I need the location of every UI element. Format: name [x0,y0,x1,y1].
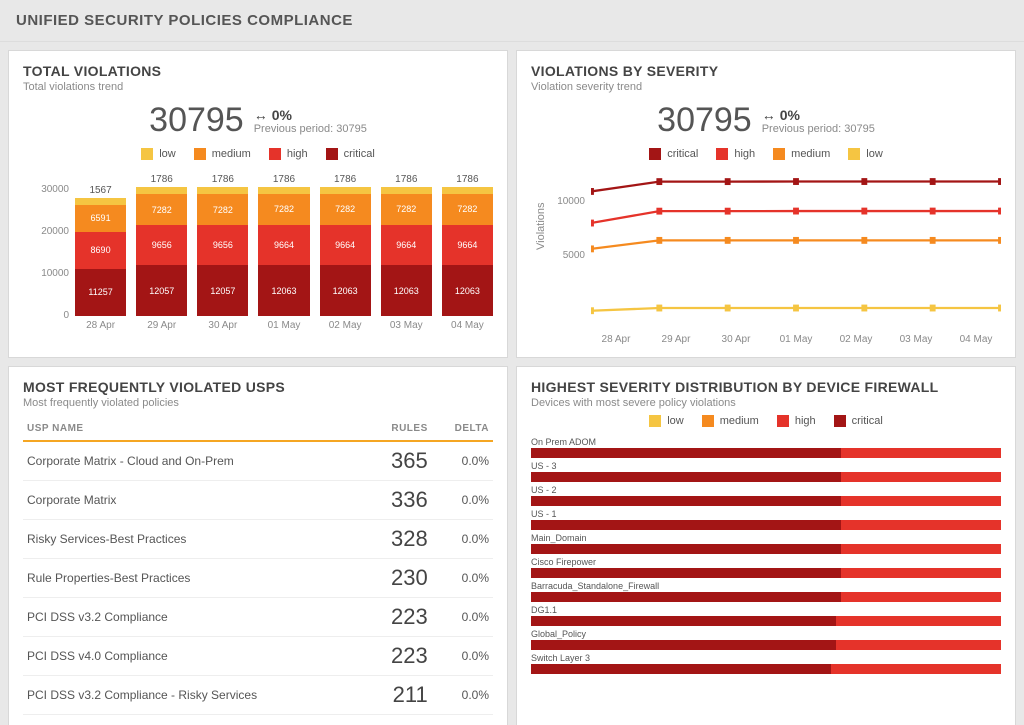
device-row[interactable]: US - 1 [531,509,1001,530]
severity-total-value: 30795 [657,101,752,140]
y-axis-title: Violations [535,203,547,251]
card-device-firewall: HIGHEST SEVERITY DISTRIBUTION BY DEVICE … [516,366,1016,725]
device-row[interactable]: DG1.1 [531,605,1001,626]
card-usp-table: MOST FREQUENTLY VIOLATED USPS Most frequ… [8,366,508,725]
table-row[interactable]: PCI DSS v3.2 Compliance2230.0% [23,598,493,637]
legend-severity: critical high medium low [531,148,1001,160]
table-row[interactable]: NIST 800-531960.0% [23,715,493,725]
table-row[interactable]: Risky Services-Best Practices3280.0% [23,520,493,559]
delta-value: 0% [272,107,292,123]
bar-column[interactable]: 17861205796567282 [197,174,248,316]
legend-device: low medium high critical [531,415,1001,427]
card-violations-by-severity: VIOLATIONS BY SEVERITY Violation severit… [516,50,1016,358]
card-title: VIOLATIONS BY SEVERITY [531,63,1001,79]
delta-indicator: ↔ 0% [762,107,875,123]
table-row[interactable]: Rule Properties-Best Practices2300.0% [23,559,493,598]
device-row[interactable]: US - 3 [531,461,1001,482]
bar-column[interactable]: 17861206396647282 [258,174,309,316]
col-rules[interactable]: RULES [367,417,432,441]
card-title: HIGHEST SEVERITY DISTRIBUTION BY DEVICE … [531,379,1001,395]
card-subtitle: Total violations trend [23,81,493,93]
bar-column[interactable]: 15671125786906591 [75,185,126,316]
col-usp-name[interactable]: USP NAME [23,417,367,441]
usp-table[interactable]: USP NAME RULES DELTA Corporate Matrix - … [23,417,493,725]
legend-total: low medium high critical [23,148,493,160]
device-row[interactable]: Main_Domain [531,533,1001,554]
previous-period-label: Previous period: 30795 [762,123,875,135]
device-row[interactable]: Barracuda_Standalone_Firewall [531,581,1001,602]
total-violations-value: 30795 [149,101,244,140]
device-row[interactable]: On Prem ADOM [531,437,1001,458]
severity-line-chart[interactable]: Violations 500010000 [531,170,1001,330]
device-row[interactable]: Cisco Firepower [531,557,1001,578]
table-row[interactable]: Corporate Matrix3360.0% [23,481,493,520]
page-title: UNIFIED SECURITY POLICIES COMPLIANCE [16,12,1008,29]
col-delta[interactable]: DELTA [432,417,493,441]
bar-column[interactable]: 17861205796567282 [136,174,187,316]
previous-period-label: Previous period: 30795 [254,123,367,135]
x-axis-labels: 28 Apr29 Apr30 Apr01 May02 May03 May04 M… [23,320,493,331]
card-title: TOTAL VIOLATIONS [23,63,493,79]
table-row[interactable]: PCI DSS v3.2 Compliance - Risky Services… [23,676,493,715]
card-subtitle: Most frequently violated policies [23,397,493,409]
card-total-violations: TOTAL VIOLATIONS Total violations trend … [8,50,508,358]
trend-flat-icon: ↔ [254,107,268,123]
bar-column[interactable]: 17861206396647282 [442,174,493,316]
device-row[interactable]: US - 2 [531,485,1001,506]
table-row[interactable]: Corporate Matrix - Cloud and On-Prem3650… [23,441,493,481]
card-title: MOST FREQUENTLY VIOLATED USPS [23,379,493,395]
card-subtitle: Violation severity trend [531,81,1001,93]
total-violations-chart[interactable]: 0100002000030000156711257869065911786120… [23,170,493,316]
trend-flat-icon: ↔ [762,107,776,123]
bar-column[interactable]: 17861206396647282 [320,174,371,316]
device-row[interactable]: Global_Policy [531,629,1001,650]
delta-value: 0% [780,107,800,123]
device-row[interactable]: Switch Layer 3 [531,653,1001,674]
device-severity-chart[interactable]: On Prem ADOM US - 3 US - 2 US - 1 Main_Domai… [531,437,1001,674]
delta-indicator: ↔ 0% [254,107,367,123]
card-subtitle: Devices with most severe policy violatio… [531,397,1001,409]
x-axis-labels: 28 Apr29 Apr30 Apr01 May02 May03 May04 M… [531,334,1001,345]
page-title-bar: UNIFIED SECURITY POLICIES COMPLIANCE [0,0,1024,42]
table-row[interactable]: PCI DSS v4.0 Compliance2230.0% [23,637,493,676]
bar-column[interactable]: 17861206396647282 [381,174,432,316]
